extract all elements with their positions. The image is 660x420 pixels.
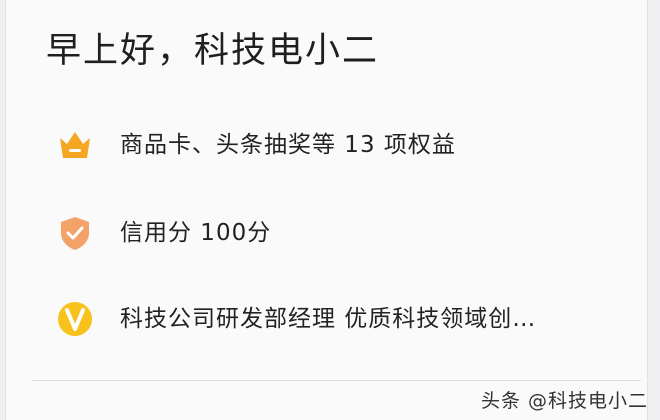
credit-score-label: 信用分 100分 [120,220,272,246]
divider [32,380,641,381]
crown-icon [52,122,98,168]
page-background: 早上好，科技电小二 商品卡、头条抽奖等 13 项权益 信用分 100分 科技公司… [0,0,660,420]
certification-label: 科技公司研发部经理 优质科技领域创… [120,306,537,332]
verified-v-icon [52,296,98,342]
credit-score-row[interactable]: 信用分 100分 [52,208,271,258]
benefits-row[interactable]: 商品卡、头条抽奖等 13 项权益 [52,120,456,170]
watermark-text: 头条 @科技电小二 [480,390,648,412]
shield-check-icon [52,210,98,256]
certification-row[interactable]: 科技公司研发部经理 优质科技领域创… [52,294,536,344]
profile-card: 早上好，科技电小二 商品卡、头条抽奖等 13 项权益 信用分 100分 科技公司… [5,0,648,420]
greeting-title: 早上好，科技电小二 [46,31,380,71]
benefits-label: 商品卡、头条抽奖等 13 项权益 [120,132,456,158]
